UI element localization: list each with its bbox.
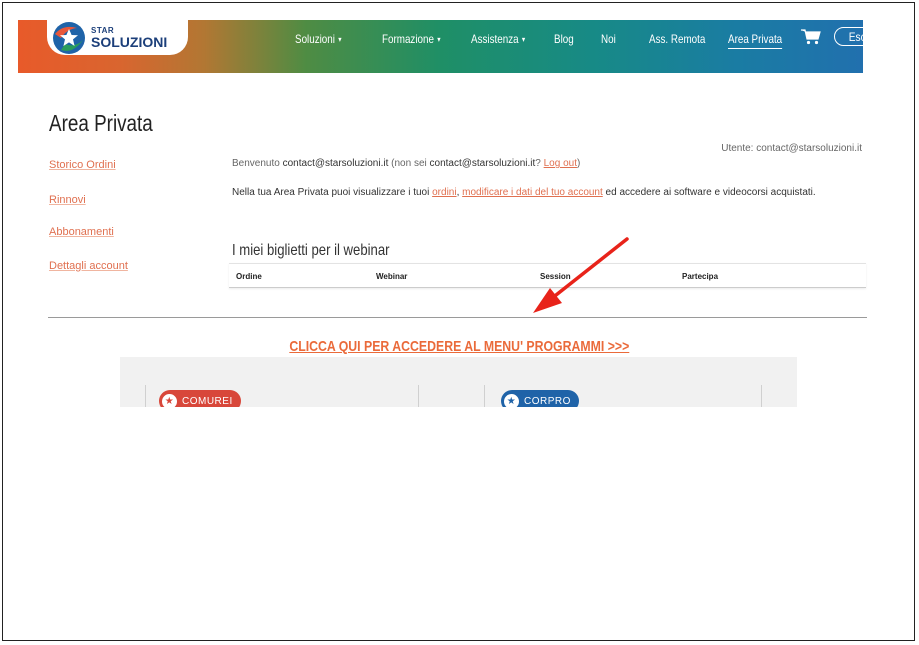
- browser-frame: STAR SOLUZIONI Soluzioni ▾ Formazione ▾ As…: [2, 2, 915, 641]
- red-arrow-annotation: [533, 237, 629, 313]
- arrow-shaft: [549, 237, 629, 301]
